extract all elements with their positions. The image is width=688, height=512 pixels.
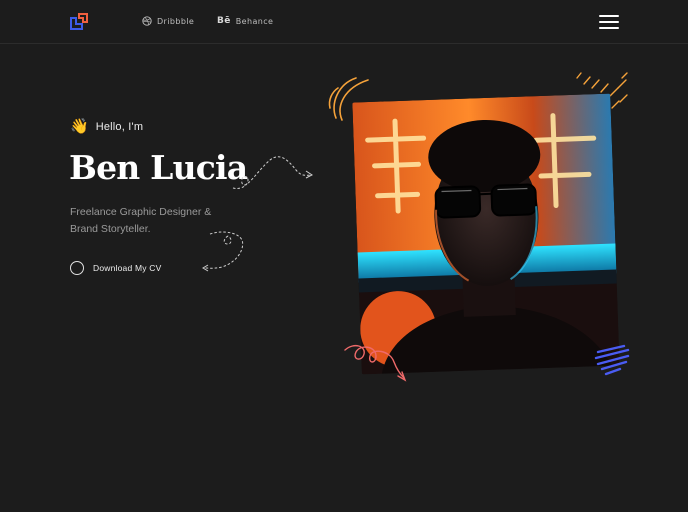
nav-link-label: Behance [235, 16, 274, 26]
curly-arrow-doodle-icon [202, 231, 244, 272]
nav-link-label: Dribbble [157, 16, 195, 26]
greeting-text: Hello, I'm [95, 120, 144, 133]
dribbble-icon [142, 16, 152, 26]
wave-hand-icon: 👋 [70, 118, 89, 135]
behance-icon: Bē [217, 16, 231, 26]
logo-icon[interactable] [69, 12, 89, 32]
top-nav-bar: Dribbble Bē Behance [0, 0, 688, 44]
hamburger-menu-icon[interactable] [599, 14, 619, 30]
pink-swirl-doodle-icon [344, 344, 407, 382]
download-cv-label: Download My CV [93, 263, 162, 273]
circle-icon [70, 261, 84, 275]
nav-link-behance[interactable]: Bē Behance [217, 16, 273, 26]
greeting: 👋 Hello, I'm [70, 119, 143, 134]
nav-link-dribbble[interactable]: Dribbble [142, 16, 194, 26]
dashed-arrow-doodle-icon [232, 156, 313, 189]
hero-name: Ben Lucia [69, 148, 248, 187]
download-cv-button[interactable]: Download My CV [70, 261, 161, 275]
blue-scribble-doodle-icon [594, 344, 630, 376]
portrait-photo [352, 93, 620, 375]
